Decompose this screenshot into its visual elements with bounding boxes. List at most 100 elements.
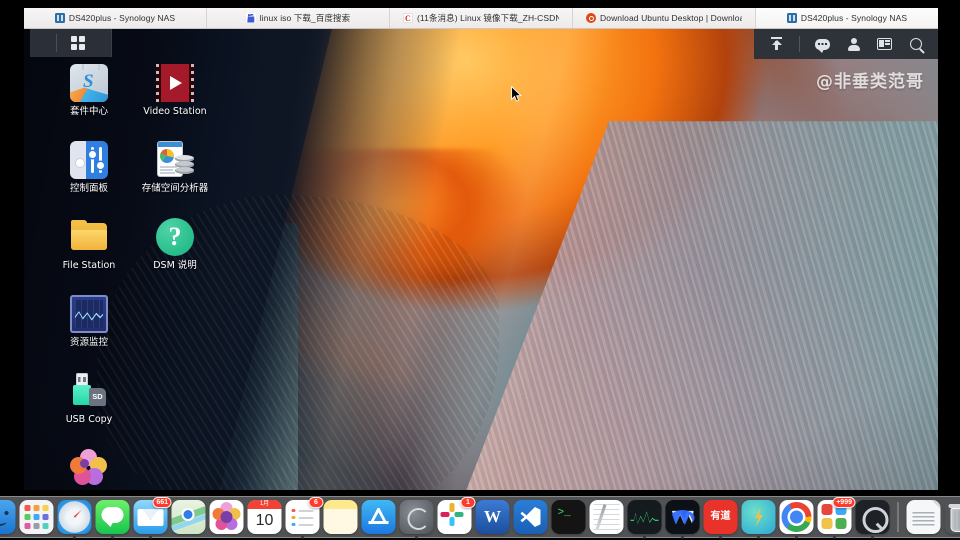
dock-item-activity-monitor[interactable] <box>627 500 662 534</box>
apps-grid-icon[interactable] <box>71 36 85 50</box>
desktop-icon-label: File Station <box>62 260 116 271</box>
watermark-text: @非垂类范哥 <box>816 72 924 92</box>
search-icon[interactable] <box>907 36 924 53</box>
photos-icon <box>209 500 244 534</box>
desktop-icon-label: 存储空间分析器 <box>141 183 209 194</box>
desktop-icon-usb-copy[interactable]: USB Copy <box>46 372 132 425</box>
dock-item-youdao[interactable] <box>703 500 738 534</box>
messages-icon <box>95 500 130 534</box>
desktop-icon-control-panel[interactable]: 控制面板 <box>46 141 132 194</box>
desktop-icon-file-station[interactable]: File Station <box>46 218 132 271</box>
dock-item-maps[interactable] <box>171 500 206 534</box>
browser-tab-2[interactable]: (11条消息) Linux 镜像下载_ZH-CSDN博... <box>390 8 573 28</box>
browser-tab-0[interactable]: DS420plus - Synology NAS <box>24 8 207 28</box>
dock-badge: 661 <box>152 497 172 508</box>
resource-monitor-icon <box>70 295 108 333</box>
synology-photos-icon <box>70 449 108 487</box>
dock-item-reminders[interactable]: 6 <box>285 497 324 534</box>
file-station-icon <box>70 218 108 256</box>
dock-item-system-preferences[interactable] <box>399 500 434 534</box>
document-icon <box>906 500 941 534</box>
desktop-icon-video-station[interactable]: Video Station <box>132 64 218 117</box>
system-preferences-icon <box>399 500 434 534</box>
activity-monitor-icon <box>627 500 662 534</box>
user-options-icon[interactable] <box>845 36 862 53</box>
widgets-icon[interactable] <box>876 36 893 53</box>
terminal-icon <box>551 500 586 534</box>
notes-icon <box>323 500 358 534</box>
desktop-icon-synology-photos[interactable]: Syn <box>46 449 132 490</box>
package-center-icon: S <box>70 64 108 102</box>
dock-item-safari[interactable] <box>57 500 92 534</box>
desktop-icon-package-center[interactable]: S 套件中心 <box>46 64 132 117</box>
notifications-icon[interactable] <box>814 36 831 53</box>
browser-tab-title: (11条消息) Linux 镜像下载_ZH-CSDN博... <box>417 13 559 23</box>
desktop-icon-label: USB Copy <box>65 414 113 425</box>
desktop-icon-label: 控制面板 <box>69 183 108 194</box>
maps-icon <box>171 500 206 534</box>
dock-item-notes[interactable] <box>323 500 358 534</box>
pages-icon <box>589 500 624 534</box>
upload-queue-icon[interactable] <box>768 36 785 53</box>
synology-icon <box>786 13 797 23</box>
finder-icon <box>0 500 16 534</box>
dock-item-slack[interactable]: 1 <box>437 497 476 534</box>
dock-item-trash[interactable] <box>945 500 960 534</box>
control-panel-icon <box>70 141 108 179</box>
browser-tab-4[interactable]: DS420plus - Synology NAS <box>756 8 938 28</box>
toolbar-divider <box>799 36 800 52</box>
desktop-icon-label: DSM 说明 <box>153 260 197 271</box>
dsm-main-menu-bar[interactable] <box>30 29 112 57</box>
dsm-toolbar <box>754 29 938 59</box>
usb-copy-icon <box>70 372 108 410</box>
browser-tab-title: DS420plus - Synology NAS <box>68 13 176 23</box>
browser-tab-bar: DS420plus - Synology NAS linux iso 下载_百度搜… <box>24 8 938 29</box>
menu-divider <box>56 34 57 52</box>
video-station-icon <box>156 64 194 102</box>
dock-item-messages[interactable] <box>95 500 130 534</box>
calendar-icon: 1月 10 <box>247 500 282 534</box>
dock-item-launchpad[interactable] <box>19 500 54 534</box>
thunder-icon <box>741 500 776 534</box>
dock-item-document[interactable] <box>906 500 941 534</box>
launchpad-icon <box>19 500 54 534</box>
desktop-icon-resource-monitor[interactable]: 资源监控 <box>46 295 132 348</box>
dock-badge: 1 <box>460 497 476 508</box>
dock-badge: 6 <box>308 497 324 508</box>
baidu-icon <box>245 13 256 23</box>
chrome-icon <box>779 500 814 534</box>
dock-item-microsoft-word[interactable] <box>475 500 510 534</box>
dock-item-chrome[interactable] <box>779 500 814 534</box>
dock-item-app-store[interactable] <box>361 500 396 534</box>
calendar-day: 10 <box>255 512 274 529</box>
safari-icon <box>57 500 92 534</box>
dock-item-quicktime[interactable] <box>855 500 890 534</box>
browser-tab-title: Download Ubuntu Desktop | Download |... <box>600 13 742 23</box>
wecom-icon <box>665 500 700 534</box>
browser-tab-1[interactable]: linux iso 下载_百度搜索 <box>207 8 390 28</box>
dock-item-photos[interactable] <box>209 500 244 534</box>
dock-item-wecom[interactable] <box>665 500 700 534</box>
desktop-icon-label: Video Station <box>143 106 207 117</box>
synology-icon <box>54 13 65 23</box>
desktop-icon-storage-analyzer[interactable]: 存储空间分析器 <box>132 141 218 194</box>
dsm-desktop[interactable]: @非垂类范哥 S 套件中心 Video Station 控制面板 存储空间分析器 File… <box>24 29 938 490</box>
dock-item-qq[interactable]: +999 <box>817 497 856 534</box>
dock-item-calendar[interactable]: 1月 10 <box>247 500 282 534</box>
dsm-help-icon <box>156 218 194 256</box>
dock-item-terminal[interactable] <box>551 500 586 534</box>
desktop-icon-dsm-help[interactable]: DSM 说明 <box>132 218 218 271</box>
dock-item-pages[interactable] <box>589 500 624 534</box>
dock-item-finder[interactable] <box>0 500 16 534</box>
dock-separator <box>897 502 899 532</box>
storage-analyzer-icon <box>156 141 194 179</box>
vs-code-icon <box>513 500 548 534</box>
dock-item-thunder[interactable] <box>741 500 776 534</box>
desktop-icon-label: 资源监控 <box>69 337 108 348</box>
browser-tab-title: DS420plus - Synology NAS <box>800 13 908 23</box>
dock-item-mail[interactable]: 661 <box>133 497 172 534</box>
browser-tab-3[interactable]: Download Ubuntu Desktop | Download |... <box>573 8 756 28</box>
dock-badge: +999 <box>832 497 856 508</box>
trash-icon <box>945 500 960 534</box>
dock-item-vs-code[interactable] <box>513 500 548 534</box>
